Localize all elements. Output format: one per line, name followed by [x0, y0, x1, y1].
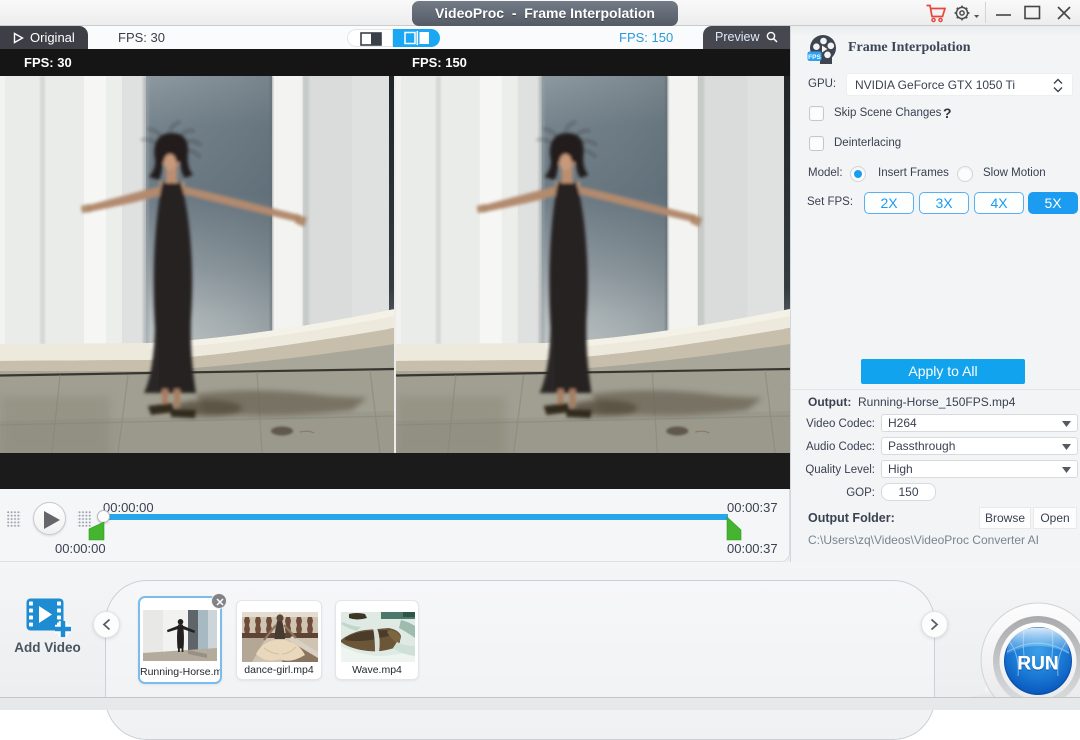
svg-text:RUN: RUN — [1017, 654, 1058, 675]
svg-text:FPS: FPS — [808, 54, 821, 61]
